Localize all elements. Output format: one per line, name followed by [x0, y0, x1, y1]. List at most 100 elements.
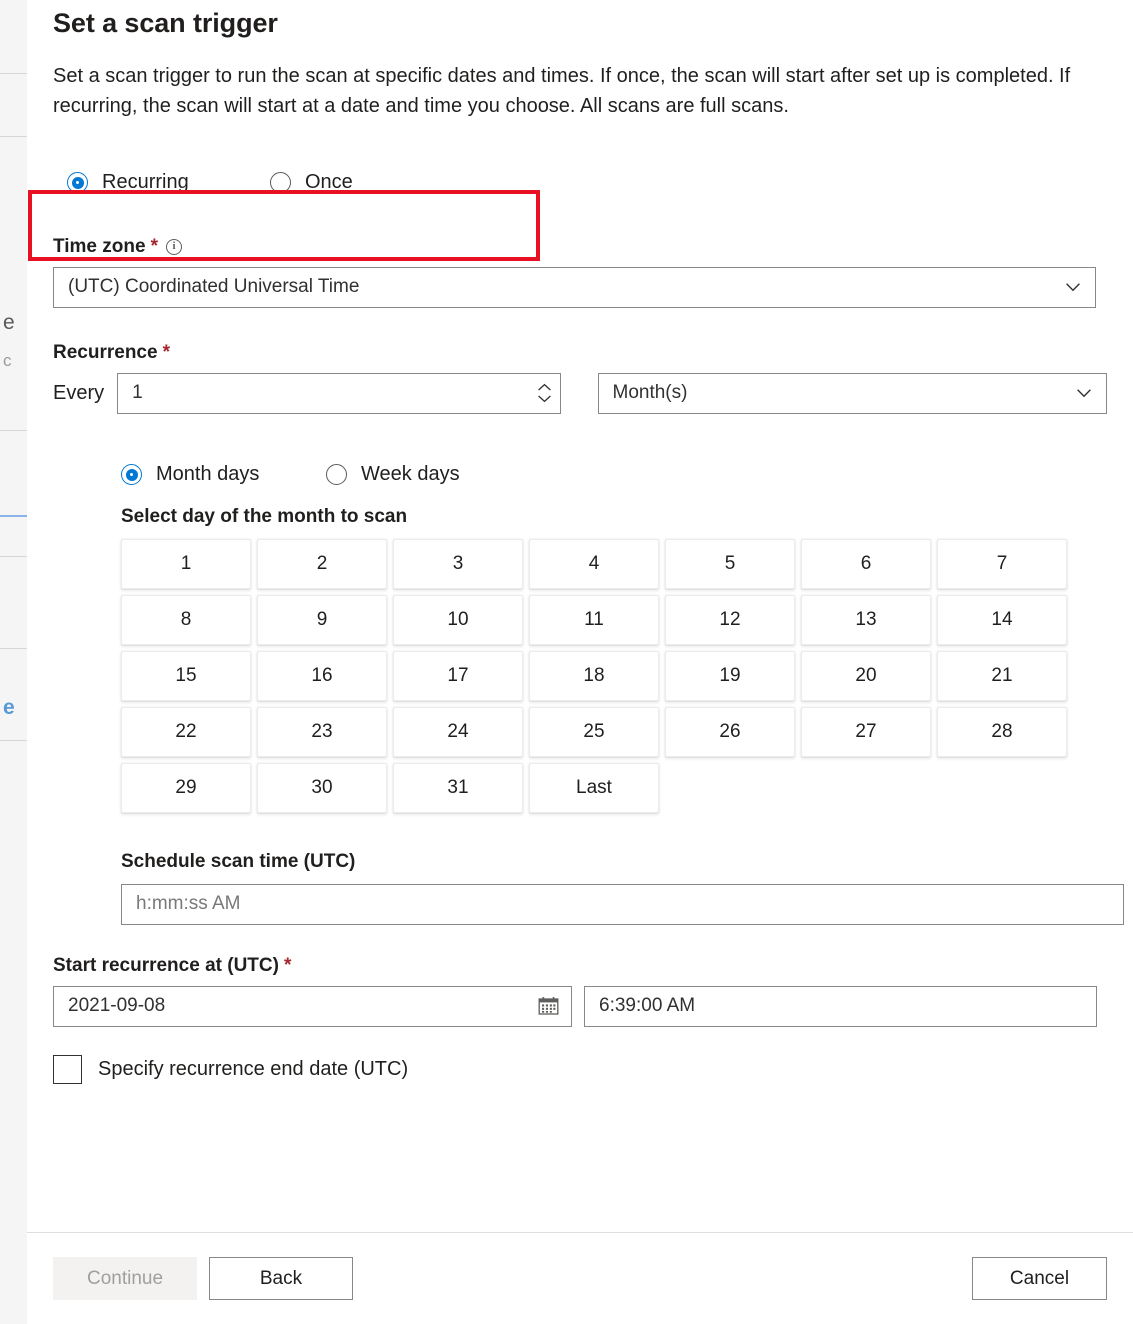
month-day-cell[interactable]: 4 — [529, 538, 659, 589]
month-day-cell[interactable]: 9 — [257, 594, 387, 645]
month-day-cell[interactable]: 28 — [937, 706, 1067, 757]
chevron-down-icon — [1077, 389, 1091, 398]
recurrence-interval-row: Every 1 Month(s) — [53, 372, 1107, 414]
start-recurrence-row: 2021-09-08 6:39:00 AM — [53, 985, 1107, 1027]
start-date-input[interactable]: 2021-09-08 — [53, 985, 572, 1027]
start-time-value: 6:39:00 AM — [599, 995, 696, 1017]
month-day-cell[interactable]: 12 — [665, 594, 795, 645]
schedule-time-input[interactable]: h:mm:ss AM — [121, 883, 1124, 925]
month-day-cell[interactable]: 16 — [257, 650, 387, 701]
chevron-down-icon[interactable] — [537, 394, 552, 403]
month-day-cell[interactable]: 15 — [121, 650, 251, 701]
background-text-fragment: e — [3, 311, 15, 334]
end-date-checkbox[interactable] — [53, 1054, 82, 1084]
month-day-cell[interactable]: 23 — [257, 706, 387, 757]
month-day-grid: 1 2 3 4 5 6 7 8 9 10 11 12 13 14 15 16 17 18 19 20 21 22 23 24 2… — [121, 538, 1073, 813]
background-page-strip: e c e — [0, 0, 27, 1324]
month-day-cell[interactable]: 29 — [121, 762, 251, 813]
month-day-cell[interactable]: 14 — [937, 594, 1067, 645]
start-date-value: 2021-09-08 — [68, 995, 166, 1017]
page-title: Set a scan trigger — [53, 8, 278, 38]
radio-once[interactable]: Once — [270, 171, 353, 194]
end-date-checkbox-row[interactable]: Specify recurrence end date (UTC) — [53, 1054, 1107, 1084]
month-day-cell[interactable]: 6 — [801, 538, 931, 589]
recurrence-interval-value: 1 — [132, 382, 143, 404]
month-day-cell[interactable]: 22 — [121, 706, 251, 757]
month-day-cell[interactable]: 1 — [121, 538, 251, 589]
radio-month-days-label: Month days — [156, 463, 260, 486]
recurrence-unit-select[interactable]: Month(s) — [597, 372, 1107, 414]
chevron-down-icon — [1066, 283, 1080, 292]
radio-recurring-indicator[interactable] — [67, 172, 88, 194]
calendar-icon[interactable] — [538, 996, 559, 1016]
background-divider — [0, 73, 27, 74]
trigger-mode-radio-group: Recurring Once — [53, 152, 1107, 214]
month-day-cell[interactable]: 21 — [937, 650, 1067, 701]
background-text-fragment: c — [3, 351, 12, 370]
day-mode-radio-group: Month days Week days — [121, 444, 1107, 506]
chevron-up-icon[interactable] — [537, 383, 552, 392]
stepper-arrows[interactable] — [537, 383, 552, 403]
month-day-cell[interactable]: 24 — [393, 706, 523, 757]
month-days-heading: Select day of the month to scan — [121, 505, 408, 527]
start-recurrence-label: Start recurrence at (UTC) * — [53, 955, 1107, 977]
day-mode-section: Month days Week days Select day of the m… — [53, 444, 1124, 925]
recurrence-required-marker: * — [162, 341, 170, 363]
month-day-cell[interactable]: 10 — [393, 594, 523, 645]
month-day-cell[interactable]: 31 — [393, 762, 523, 813]
month-day-cell[interactable]: 30 — [257, 762, 387, 813]
month-day-cell[interactable]: 8 — [121, 594, 251, 645]
cancel-button[interactable]: Cancel — [972, 1257, 1107, 1300]
month-day-cell[interactable]: 2 — [257, 538, 387, 589]
background-divider — [0, 430, 27, 431]
page-description: Set a scan trigger to run the scan at sp… — [53, 65, 1071, 118]
scan-trigger-screen: e c e Set a scan trigger Set a scan trig… — [0, 0, 1133, 1324]
radio-week-days[interactable]: Week days — [326, 463, 460, 486]
month-day-cell[interactable]: Last — [529, 762, 659, 813]
end-date-checkbox-label: Specify recurrence end date (UTC) — [98, 1057, 409, 1080]
radio-month-days[interactable]: Month days — [121, 463, 326, 486]
background-link-fragment[interactable]: e — [3, 697, 15, 718]
background-accent-line — [0, 515, 27, 517]
time-zone-label: Time zone * i — [53, 236, 1107, 258]
start-time-input[interactable]: 6:39:00 AM — [584, 985, 1097, 1027]
background-divider — [0, 648, 27, 649]
radio-once-label: Once — [305, 171, 353, 194]
radio-month-days-indicator[interactable] — [121, 464, 142, 486]
radio-recurring[interactable]: Recurring — [67, 171, 270, 194]
panel-body: Set a scan trigger Set a scan trigger to… — [27, 0, 1133, 1232]
month-day-cell[interactable]: 11 — [529, 594, 659, 645]
continue-button[interactable]: Continue — [53, 1257, 197, 1300]
start-recurrence-label-text: Start recurrence at (UTC) — [53, 954, 279, 976]
month-day-cell[interactable]: 27 — [801, 706, 931, 757]
month-day-cell[interactable]: 5 — [665, 538, 795, 589]
recurrence-unit-value: Month(s) — [612, 382, 688, 404]
recurrence-label-text: Recurrence — [53, 341, 158, 363]
radio-once-indicator[interactable] — [270, 172, 291, 194]
schedule-time-label: Schedule scan time (UTC) — [121, 850, 356, 872]
time-zone-value: (UTC) Coordinated Universal Time — [68, 276, 360, 298]
recurrence-interval-stepper[interactable]: 1 — [117, 372, 561, 414]
time-zone-select[interactable]: (UTC) Coordinated Universal Time — [53, 266, 1096, 308]
month-day-cell[interactable]: 20 — [801, 650, 931, 701]
background-divider — [0, 136, 27, 137]
info-icon[interactable]: i — [165, 238, 182, 255]
month-day-cell[interactable]: 19 — [665, 650, 795, 701]
time-zone-label-text: Time zone — [53, 235, 146, 257]
month-day-cell[interactable]: 7 — [937, 538, 1067, 589]
background-divider — [0, 556, 27, 557]
radio-week-days-label: Week days — [361, 463, 460, 486]
background-divider — [0, 740, 27, 741]
month-day-cell[interactable]: 3 — [393, 538, 523, 589]
month-day-cell[interactable]: 26 — [665, 706, 795, 757]
month-day-cell[interactable]: 13 — [801, 594, 931, 645]
every-label: Every — [53, 381, 105, 404]
month-day-cell[interactable]: 17 — [393, 650, 523, 701]
schedule-time-placeholder: h:mm:ss AM — [136, 893, 241, 915]
radio-week-days-indicator[interactable] — [326, 464, 347, 486]
month-day-cell[interactable]: 25 — [529, 706, 659, 757]
back-button[interactable]: Back — [209, 1257, 353, 1300]
scan-trigger-panel: Set a scan trigger Set a scan trigger to… — [27, 0, 1133, 1324]
start-recurrence-required-marker: * — [283, 954, 292, 976]
month-day-cell[interactable]: 18 — [529, 650, 659, 701]
